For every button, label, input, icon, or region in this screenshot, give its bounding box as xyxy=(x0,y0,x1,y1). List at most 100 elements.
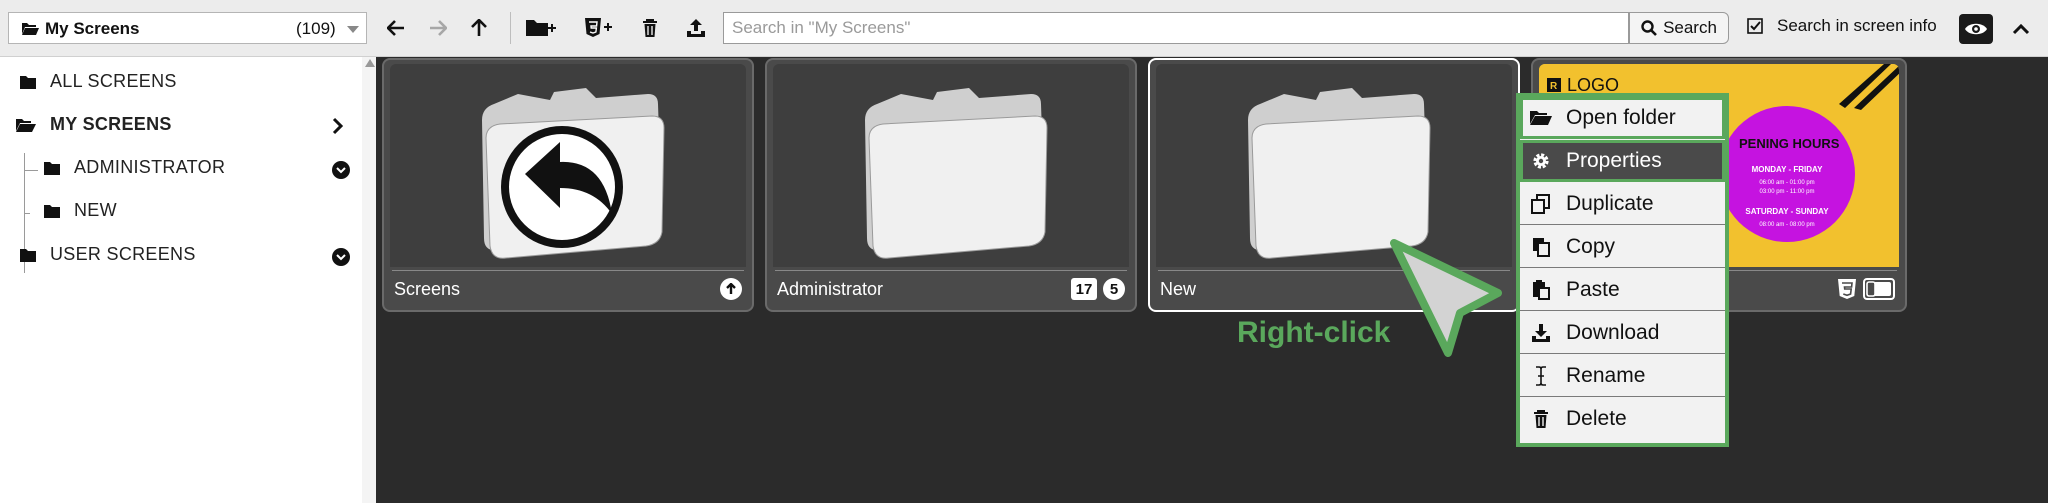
toolbar: My Screens (109) Search Search in screen… xyxy=(0,0,2048,57)
preview-weekday-label: MONDAY - FRIDAY xyxy=(1752,165,1823,174)
menu-item-paste[interactable]: Paste xyxy=(1520,269,1725,311)
folder-select-count: (109) xyxy=(296,19,336,38)
search-in-info-toggle[interactable]: Search in screen info xyxy=(1747,16,1937,36)
folder-open-icon xyxy=(1530,107,1552,129)
preview-toggle-button[interactable] xyxy=(1959,14,1993,44)
tile-badges xyxy=(720,278,742,300)
chevron-down-icon[interactable] xyxy=(347,26,359,33)
preview-weekend-label: SATURDAY - SUNDAY xyxy=(1745,207,1829,216)
back-arrow-icon xyxy=(387,20,404,36)
sidebar-scrollbar[interactable] xyxy=(362,57,376,503)
search-icon xyxy=(1641,20,1657,36)
tile-badges xyxy=(1837,278,1895,300)
download-icon xyxy=(1530,322,1552,344)
folder-icon xyxy=(20,248,36,262)
folder-icon xyxy=(20,75,36,89)
sidebar-item-administrator[interactable]: ADMINISTRATOR xyxy=(44,157,225,178)
tile-divider xyxy=(392,270,744,271)
expand-icon[interactable] xyxy=(332,161,350,179)
new-folder-button[interactable] xyxy=(524,10,560,46)
upload-icon xyxy=(687,19,705,37)
search-button-label: Search xyxy=(1663,18,1717,37)
folder-open-icon xyxy=(21,21,39,41)
sidebar-item-label: ALL SCREENS xyxy=(50,71,177,91)
menu-item-properties[interactable]: Properties xyxy=(1520,140,1725,182)
preview-title: PENING HOURS xyxy=(1739,136,1840,151)
sidebar-item-label: NEW xyxy=(74,200,117,220)
collapse-button[interactable] xyxy=(2004,14,2038,44)
back-button[interactable] xyxy=(378,10,414,46)
tile-administrator[interactable]: Administrator 17 5 xyxy=(765,58,1137,312)
eye-icon xyxy=(1965,23,1987,35)
sidebar-item-label: MY SCREENS xyxy=(50,114,172,134)
menu-item-label: Copy xyxy=(1566,234,1616,258)
search-in-info-label: Search in screen info xyxy=(1777,16,1937,35)
screen-layout-icon xyxy=(1863,278,1895,300)
chevron-up-icon xyxy=(2012,23,2030,35)
menu-item-label: Open folder xyxy=(1566,105,1676,129)
trash-icon xyxy=(1530,408,1552,430)
sidebar-item-new[interactable]: NEW xyxy=(44,200,117,221)
sidebar-item-my-screens[interactable]: MY SCREENS xyxy=(16,114,172,135)
tile-thumbnail xyxy=(390,64,746,267)
upload-button[interactable] xyxy=(678,10,714,46)
copy-icon xyxy=(1530,236,1552,258)
menu-item-label: Download xyxy=(1566,320,1660,344)
chevron-right-icon[interactable] xyxy=(332,117,344,135)
menu-item-open-folder[interactable]: Open folder xyxy=(1520,97,1725,139)
preview-weekday-line1: 06:00 am - 01:00 pm xyxy=(1759,180,1814,186)
expand-icon[interactable] xyxy=(332,248,350,266)
menu-item-label: Duplicate xyxy=(1566,191,1654,215)
new-html5-icon xyxy=(585,18,612,37)
right-click-annotation: Right-click xyxy=(1237,316,1391,349)
folder-icon xyxy=(482,88,665,259)
folder-icon xyxy=(865,88,1048,259)
search-button[interactable]: Search xyxy=(1629,12,1729,44)
folder-count-badge: 5 xyxy=(1103,278,1125,300)
tile-screens[interactable]: Screens xyxy=(382,58,754,312)
tile-thumbnail xyxy=(773,64,1129,267)
tree-line xyxy=(24,213,30,214)
menu-item-download[interactable]: Download xyxy=(1520,312,1725,354)
new-html5-button[interactable] xyxy=(581,10,617,46)
sidebar-item-user-screens[interactable]: USER SCREENS xyxy=(20,244,196,265)
menu-item-delete[interactable]: Delete xyxy=(1520,398,1725,440)
menu-item-label: Delete xyxy=(1566,407,1627,430)
new-folder-icon xyxy=(526,20,556,36)
menu-item-copy[interactable]: Copy xyxy=(1520,226,1725,268)
tile-name: New xyxy=(1160,279,1197,299)
preview-logo: LOGO xyxy=(1567,75,1619,95)
search-input[interactable] xyxy=(723,12,1629,44)
pointer-annotation-icon xyxy=(1390,239,1502,357)
menu-item-label: Properties xyxy=(1566,148,1662,172)
menu-item-rename[interactable]: Rename xyxy=(1520,355,1725,397)
up-circle-icon xyxy=(720,278,742,300)
context-menu: Open folder Properties Duplicate Copy Pa… xyxy=(1516,93,1729,447)
html5-icon xyxy=(1838,279,1856,299)
preview-weekday-line2: 03:00 pm - 11:00 pm xyxy=(1760,189,1815,195)
gear-icon xyxy=(1530,150,1552,172)
menu-item-label: Rename xyxy=(1566,363,1646,387)
sidebar-item-all-screens[interactable]: ALL SCREENS xyxy=(20,71,177,92)
toolbar-divider xyxy=(510,12,511,44)
folder-open-icon xyxy=(16,118,36,132)
folder-select-name: My Screens xyxy=(45,19,140,38)
screen-count-badge: 17 xyxy=(1071,278,1097,300)
sidebar-item-label: ADMINISTRATOR xyxy=(74,157,226,177)
menu-item-label: Paste xyxy=(1566,277,1620,301)
up-button[interactable] xyxy=(461,10,497,46)
folder-icon xyxy=(44,161,60,175)
forward-button[interactable] xyxy=(420,10,456,46)
trash-icon xyxy=(643,18,657,37)
delete-button[interactable] xyxy=(632,10,668,46)
tree-line xyxy=(24,170,38,171)
menu-item-duplicate[interactable]: Duplicate xyxy=(1520,183,1725,225)
tile-divider xyxy=(775,270,1127,271)
duplicate-icon xyxy=(1530,193,1552,215)
folder-select[interactable]: My Screens (109) xyxy=(8,12,367,44)
paste-icon xyxy=(1530,279,1552,301)
tile-name: Screens xyxy=(394,279,461,299)
svg-text:R: R xyxy=(1550,81,1558,92)
checkbox-icon[interactable] xyxy=(1747,18,1763,34)
forward-arrow-icon xyxy=(430,20,447,36)
